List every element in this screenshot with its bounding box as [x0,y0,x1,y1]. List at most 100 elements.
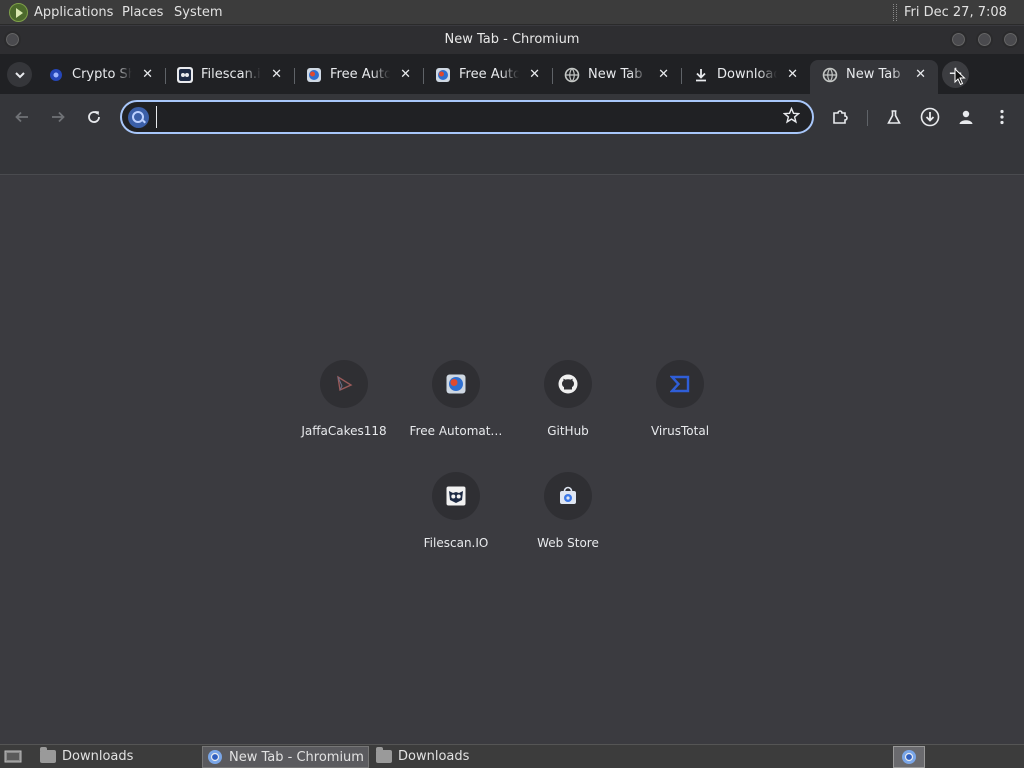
virustotal-icon [670,375,690,393]
profile-button[interactable] [953,104,979,130]
tab-free-automated-2[interactable]: Free Automated ✕ [423,60,553,94]
desktop-icon [4,750,22,763]
mouse-cursor-icon [954,68,966,86]
distro-logo-icon[interactable] [9,3,28,22]
shortcut-label: GitHub [547,424,589,438]
puzzle-icon [833,110,848,124]
close-icon[interactable]: ✕ [658,60,669,90]
applications-menu[interactable]: Applications [34,0,113,25]
shortcut-label: VirusTotal [650,424,710,438]
back-button[interactable] [9,104,35,130]
crypto-shield-icon [48,67,64,83]
clock[interactable]: Fri Dec 27, 7:08 PM [904,0,1024,45]
taskbar-item-chromium[interactable]: New Tab - Chromium [202,746,369,768]
tab-filescan[interactable]: Filescan.io ✕ [165,60,295,94]
window-menu-button[interactable] [4,31,21,48]
globe-icon [564,67,580,83]
tab-title: Filescan.io [201,67,261,82]
taskbar-label: New Tab - Chromium [229,750,364,765]
window-title: New Tab - Chromium [444,32,580,47]
tab-title: Crypto Sh [72,67,132,82]
reload-button[interactable] [81,104,107,130]
labs-button[interactable] [881,104,907,130]
close-icon[interactable]: ✕ [915,60,926,90]
workspace-switcher[interactable] [893,746,925,768]
shortcut-free-automated[interactable]: Free Automat… [400,360,512,464]
reload-icon [88,111,100,123]
tab-title: Downloads [717,67,777,82]
taskbar-label: Downloads [62,749,134,764]
close-icon[interactable]: ✕ [529,60,540,90]
back-arrow-icon [15,111,28,123]
tab-crypto[interactable]: Crypto Sh ✕ [36,60,166,94]
taskbar-item-downloads-2[interactable]: Downloads [372,746,536,768]
filescan-owl-icon [177,67,193,83]
tab-title: Free Automated [330,67,390,82]
show-desktop-button[interactable] [2,746,24,768]
toolbar-divider [867,110,868,126]
close-icon[interactable]: ✕ [271,60,282,90]
window-titlebar[interactable]: New Tab - Chromium [0,26,1024,54]
tab-search-button[interactable] [7,62,32,87]
close-icon[interactable]: ✕ [142,60,153,90]
taskbar-item-downloads-1[interactable]: Downloads [36,746,200,768]
folder-icon [40,747,56,763]
forward-arrow-icon [52,111,65,123]
downloads-button[interactable] [917,104,943,130]
extensions-button[interactable] [827,104,853,130]
kebab-menu-icon [1000,109,1004,125]
tab-free-automated-1[interactable]: Free Automated ✕ [294,60,424,94]
tab-title: New Tab [846,67,901,82]
address-bar[interactable] [120,100,814,134]
download-circle-icon [920,107,940,127]
web-store-icon [560,486,576,504]
close-icon[interactable]: ✕ [787,60,798,90]
maximize-button[interactable] [976,31,993,48]
flask-icon [887,110,901,124]
download-icon [693,67,709,83]
chromium-icon [902,750,916,764]
taskbar-label: Downloads [398,749,470,764]
tab-new-tab-active[interactable]: New Tab ✕ [810,60,938,94]
tab-new-tab[interactable]: New Tab ✕ [552,60,682,94]
globe-icon [822,67,838,83]
new-tab-page: JaffaCakes118 Free Automat… GitHub Virus… [0,176,1024,744]
system-menu[interactable]: System [174,0,222,25]
free-automated-icon [446,374,466,394]
address-input[interactable] [156,106,776,128]
play-triangle-icon [337,375,353,392]
tab-title: New Tab [588,67,643,82]
shortcut-label: Web Store [537,536,599,550]
tab-downloads[interactable]: Downloads ✕ [681,60,810,94]
tab-strip: Crypto Sh ✕ Filescan.io ✕ Free Automated… [0,54,1024,94]
toolbar-lower-area [0,140,1024,175]
tab-title: Free Automated [459,67,519,82]
minimize-button[interactable] [950,31,967,48]
shortcut-virustotal[interactable]: VirusTotal [624,360,736,464]
free-automated-icon [435,67,451,83]
close-window-button[interactable] [1002,31,1019,48]
filescan-owl-icon [446,486,466,506]
shortcut-label: Filescan.IO [423,536,489,550]
github-icon [558,374,578,394]
menu-button[interactable] [989,104,1015,130]
places-menu[interactable]: Places [122,0,163,25]
shortcut-label: JaffaCakes118 [301,424,387,438]
shortcut-jaffacakes118[interactable]: JaffaCakes118 [288,360,400,464]
bottom-taskbar: Downloads New Tab - Chromium Downloads [0,744,1024,768]
avatar-icon [959,110,973,124]
panel-separator [893,4,897,21]
free-automated-icon [306,67,322,83]
chromium-icon [207,750,223,764]
system-top-panel: Applications Places System Fri Dec 27, 7… [0,0,1024,45]
forward-button[interactable] [45,104,71,130]
shortcut-label: Free Automat… [409,424,503,438]
shortcut-github[interactable]: GitHub [512,360,624,464]
search-icon [128,107,149,128]
folder-icon [376,747,392,763]
chevron-down-icon [14,72,25,79]
bookmark-star-icon[interactable] [782,106,801,128]
close-icon[interactable]: ✕ [400,60,411,90]
shortcut-filescan[interactable]: Filescan.IO [400,472,512,576]
shortcut-web-store[interactable]: Web Store [512,472,624,576]
